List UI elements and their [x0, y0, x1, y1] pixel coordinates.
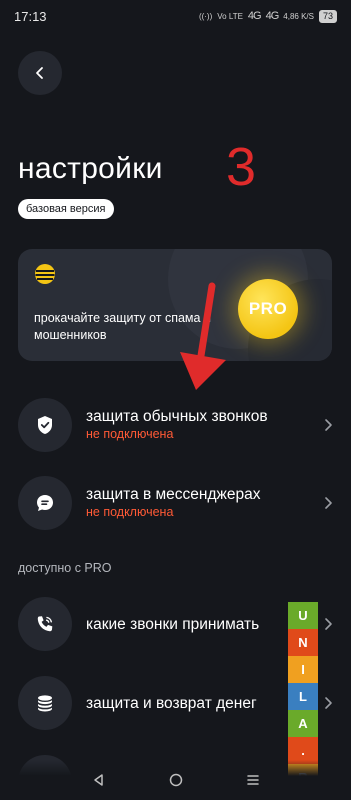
- back-button[interactable]: [18, 51, 62, 95]
- nav-home-icon[interactable]: [169, 773, 183, 787]
- list-item-icon-wrap: [18, 676, 72, 730]
- annotation-number: 3: [226, 137, 257, 197]
- list-item-status: не подключена: [86, 427, 174, 441]
- version-badge: базовая версия: [18, 199, 114, 219]
- phone-call-icon: [37, 616, 53, 632]
- network-4g-2: 4G: [265, 10, 280, 22]
- chat-bubble-icon: [37, 495, 53, 511]
- network-volte: Vo LTE: [217, 11, 243, 21]
- status-time: 17:13: [14, 8, 47, 24]
- list-item-status: не подключена: [86, 505, 174, 519]
- watermark-letter: N: [288, 629, 318, 656]
- list-item-title: какие звонки принимать: [86, 615, 260, 633]
- list-item-icon-wrap: [18, 597, 72, 651]
- status-indicators: ((·)) Vo LTE 4G 4G 4,86 K/S 73: [198, 9, 337, 23]
- pro-promo-card[interactable]: прокачайте защиту от спама и мошенников …: [18, 249, 332, 361]
- shield-check-icon: [38, 416, 52, 434]
- status-bar: 17:13 ((·)) Vo LTE 4G 4G 4,86 K/S 73: [0, 0, 351, 32]
- coins-stack-icon: [38, 695, 52, 712]
- money-protection-item[interactable]: защита и возврат денег: [18, 675, 333, 731]
- beeline-logo-icon: [35, 264, 55, 284]
- call-acceptance-item[interactable]: какие звонки принимать: [18, 596, 333, 652]
- network-speed: 4,86 K/S: [283, 11, 314, 21]
- page-title: настройки: [18, 152, 163, 185]
- list-item-title: защита обычных звонков: [86, 408, 268, 425]
- list-item-text: защита обычных звонков не подключена: [86, 407, 315, 443]
- watermark-letter: U: [288, 602, 318, 629]
- chevron-left-icon: [36, 67, 43, 79]
- list-item-title: защита в мессенджерах: [86, 486, 261, 503]
- watermark-letter: A: [288, 710, 318, 737]
- list-item-icon-wrap: [18, 398, 72, 452]
- pro-badge: PRO: [238, 279, 298, 339]
- nav-recents-icon[interactable]: [246, 773, 260, 787]
- watermark-letter: L: [288, 683, 318, 710]
- watermark-letter: I: [288, 656, 318, 683]
- chevron-right-icon: [319, 696, 333, 710]
- chevron-right-icon: [319, 617, 333, 631]
- list-item-title: защита и возврат денег: [86, 694, 257, 712]
- network-4g-1: 4G: [247, 10, 262, 22]
- hotspot-icon: ((·)): [198, 11, 213, 21]
- chevron-right-icon: [319, 418, 333, 432]
- messenger-protection-item[interactable]: защита в мессенджерах не подключена: [18, 475, 333, 531]
- list-item-text: защита в мессенджерах не подключена: [86, 485, 315, 521]
- red-arrow-annotation: [180, 282, 226, 390]
- list-item-icon-wrap: [18, 476, 72, 530]
- call-protection-item[interactable]: защита обычных звонков не подключена: [18, 397, 333, 453]
- list-item-text: защита и возврат денег: [86, 694, 315, 713]
- system-nav-bar: [0, 760, 351, 800]
- battery-icon: 73: [318, 9, 337, 23]
- pro-section-header: доступно с PRO: [18, 561, 112, 575]
- nav-back-icon[interactable]: [92, 773, 106, 787]
- list-item-text: какие звонки принимать: [86, 615, 315, 634]
- chevron-right-icon: [319, 496, 333, 510]
